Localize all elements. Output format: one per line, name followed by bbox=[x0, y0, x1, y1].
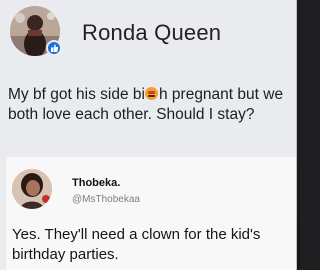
reply-author-handle[interactable]: @MsThobekaa bbox=[72, 194, 140, 205]
author-avatar-wrapper[interactable] bbox=[10, 6, 64, 60]
author-name[interactable]: Ronda Queen bbox=[82, 20, 221, 46]
reply-avatar[interactable] bbox=[12, 169, 52, 209]
facebook-post-card: Ronda Queen My bf got his side bi h pregn… bbox=[0, 0, 297, 270]
angry-face-icon bbox=[145, 87, 159, 100]
reply-tweet-card[interactable]: Thobeka. @MsThobekaa Yes. They'll need a… bbox=[6, 157, 296, 270]
post-text-line-2: both love each other. Should I stay? bbox=[8, 106, 255, 123]
reply-body-text: Yes. They'll need a clown for the kid's … bbox=[12, 225, 296, 265]
reply-author-name[interactable]: Thobeka. bbox=[72, 177, 120, 189]
reply-text-line-2: birthday parties. bbox=[12, 246, 119, 263]
post-body-text: My bf got his side bi h pregnant but we b… bbox=[8, 85, 296, 125]
post-text-line-1: My bf got his side bi h pregnant but we bbox=[8, 85, 296, 105]
post-text-before-emoji: My bf got his side bi bbox=[8, 86, 145, 103]
reply-text-line-1: Yes. They'll need a clown for the kid's bbox=[12, 226, 261, 243]
thumbs-up-badge-icon bbox=[46, 40, 62, 56]
post-text-after-emoji: h pregnant but we bbox=[158, 86, 284, 103]
reply-avatar-photo-icon bbox=[12, 169, 52, 209]
photo-of-screen: Ronda Queen My bf got his side bi h pregn… bbox=[0, 0, 300, 270]
post-header: Ronda Queen bbox=[0, 0, 296, 70]
